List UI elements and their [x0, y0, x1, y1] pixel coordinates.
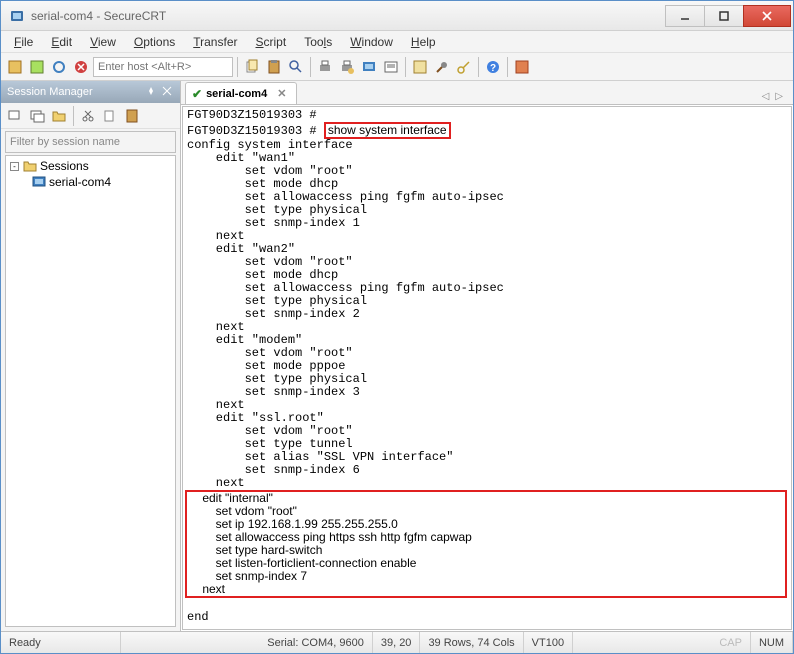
tree-item-serial-com4[interactable]: serial-com4: [30, 174, 173, 190]
paste-icon[interactable]: [264, 57, 284, 77]
tabbar: ✔ serial-com4 ✕ ◁ ▷: [181, 81, 793, 105]
terminal[interactable]: FGT90D3Z15019303 # FGT90D3Z15019303 # sh…: [182, 106, 792, 630]
session-icon: [32, 175, 46, 189]
reconnect-icon[interactable]: [49, 57, 69, 77]
status-pos: 39, 20: [373, 632, 421, 653]
tab-next-icon[interactable]: ▷: [775, 91, 783, 102]
menubar: File Edit View Options Transfer Script T…: [1, 31, 793, 53]
toolbar-separator: [405, 57, 406, 77]
quick-connect-icon[interactable]: [27, 57, 47, 77]
tab-serial-com4[interactable]: ✔ serial-com4 ✕: [185, 82, 297, 104]
connected-icon: ✔: [192, 87, 202, 101]
folder-icon: [23, 159, 37, 173]
tab-close-icon[interactable]: ✕: [277, 87, 286, 100]
tab-nav: ◁ ▷: [762, 91, 789, 104]
tree-root[interactable]: - Sessions: [8, 158, 173, 174]
menu-transfer[interactable]: Transfer: [184, 33, 246, 51]
toolbar-separator: [310, 57, 311, 77]
window-buttons: [666, 5, 791, 27]
status-emulation: VT100: [524, 632, 573, 653]
separator: [73, 106, 74, 126]
find-icon[interactable]: [286, 57, 306, 77]
status-ready: Ready: [1, 632, 121, 653]
status-cap: CAP: [711, 632, 751, 653]
tree-item-label: serial-com4: [49, 175, 111, 189]
status-num: NUM: [751, 632, 793, 653]
titlebar[interactable]: serial-com4 - SecureCRT: [1, 1, 793, 31]
help-icon[interactable]: ?: [483, 57, 503, 77]
toolbar-separator: [478, 57, 479, 77]
options-icon[interactable]: [410, 57, 430, 77]
menu-help[interactable]: Help: [402, 33, 445, 51]
status-dims: 39 Rows, 74 Cols: [420, 632, 523, 653]
copy-icon[interactable]: [242, 57, 262, 77]
collapse-icon[interactable]: -: [10, 162, 19, 171]
session-filter[interactable]: Filter by session name: [5, 131, 176, 153]
tab-prev-icon[interactable]: ◁: [762, 91, 770, 102]
menu-options[interactable]: Options: [125, 33, 184, 51]
toolbar: ?: [1, 53, 793, 81]
menu-edit[interactable]: Edit: [42, 33, 81, 51]
status-serial: Serial: COM4, 9600: [259, 632, 373, 653]
copy-session-icon[interactable]: [100, 106, 120, 126]
window-title: serial-com4 - SecureCRT: [31, 9, 666, 23]
cut-icon[interactable]: [78, 106, 98, 126]
settings-icon[interactable]: [432, 57, 452, 77]
refresh-icon[interactable]: [512, 57, 532, 77]
host-input[interactable]: [93, 57, 233, 77]
menu-file[interactable]: File: [5, 33, 42, 51]
connect-icon[interactable]: [5, 57, 25, 77]
print-selection-icon[interactable]: [381, 57, 401, 77]
statusbar: Ready Serial: COM4, 9600 39, 20 39 Rows,…: [1, 631, 793, 653]
session-tree[interactable]: - Sessions serial-com4: [5, 155, 176, 627]
menu-script[interactable]: Script: [247, 33, 296, 51]
print-setup-icon[interactable]: [337, 57, 357, 77]
tab-label: serial-com4: [206, 88, 267, 100]
print-icon[interactable]: [315, 57, 335, 77]
tree-root-label: Sessions: [40, 159, 89, 173]
new-session-icon[interactable]: [5, 106, 25, 126]
content-area: ✔ serial-com4 ✕ ◁ ▷ FGT90D3Z15019303 # F…: [181, 81, 793, 631]
app-window: serial-com4 - SecureCRT File Edit View O…: [0, 0, 794, 654]
pin-icon[interactable]: [146, 86, 158, 98]
session-manager-title: Session Manager: [7, 86, 93, 98]
new-tab-icon[interactable]: [27, 106, 47, 126]
session-toolbar: [1, 103, 180, 129]
menu-view[interactable]: View: [81, 33, 125, 51]
menu-window[interactable]: Window: [341, 33, 402, 51]
toolbar-separator: [507, 57, 508, 77]
close-button[interactable]: [743, 5, 791, 27]
panel-close-icon[interactable]: [162, 86, 174, 98]
svg-text:?: ?: [490, 63, 496, 74]
toolbar-separator: [237, 57, 238, 77]
folder-icon[interactable]: [49, 106, 69, 126]
session-manager-header: Session Manager: [1, 81, 180, 103]
minimize-button[interactable]: [665, 5, 705, 27]
key-icon[interactable]: [454, 57, 474, 77]
menu-tools[interactable]: Tools: [295, 33, 341, 51]
app-icon: [9, 8, 25, 24]
maximize-button[interactable]: [704, 5, 744, 27]
paste-session-icon[interactable]: [122, 106, 142, 126]
main-area: Session Manager Filter by session name -: [1, 81, 793, 631]
disconnect-icon[interactable]: [71, 57, 91, 77]
print-screen-icon[interactable]: [359, 57, 379, 77]
session-manager-panel: Session Manager Filter by session name -: [1, 81, 181, 631]
